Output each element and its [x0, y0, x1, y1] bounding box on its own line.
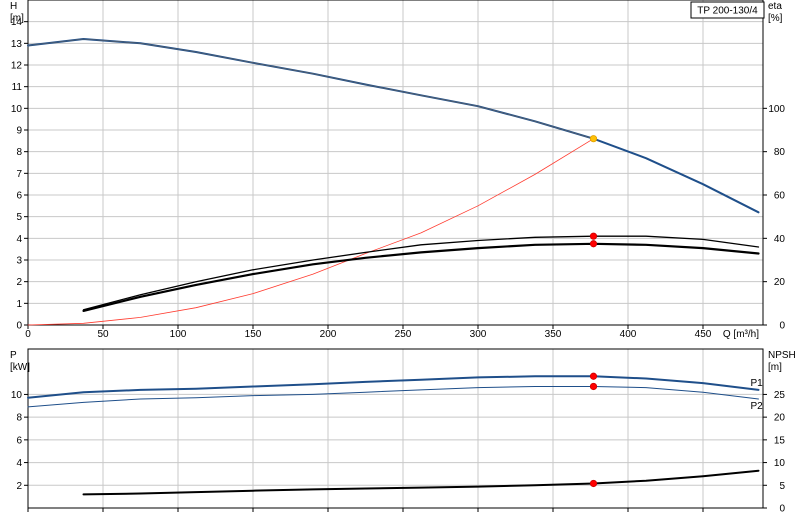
- panel1-xtick-label-50: 50: [97, 329, 109, 340]
- panel1-ytick-label-left-8: 8: [16, 147, 22, 158]
- panel1-ytick-label-right-20: 20: [774, 277, 786, 288]
- panel2-right-axis-unit: [m]: [768, 362, 782, 373]
- panel2-left-axis-unit: [kW]: [10, 362, 30, 373]
- panel2-ytick-label-left-10: 10: [11, 390, 23, 401]
- panel1-frame: [27, 0, 764, 326]
- panel1-xtick-label-200: 200: [320, 329, 337, 340]
- panel1-series-2: [27, 38, 594, 139]
- panel1-xtick-label-0: 0: [25, 329, 31, 340]
- panel1-marker-2: [589, 232, 598, 240]
- panel2-left-axis-title: P: [10, 350, 17, 361]
- panel2-ytick-label-left-6: 6: [16, 435, 22, 446]
- chart-title: TP 200-130/4: [697, 6, 758, 17]
- panel2-ytick-label-left-4: 4: [16, 458, 22, 469]
- panel2-series-label-p1: P1: [751, 378, 764, 389]
- panel2-ytick-label-right-25: 25: [774, 390, 786, 401]
- panel1-xtick-label-400: 400: [620, 329, 637, 340]
- panel1-series-4: [82, 235, 760, 311]
- panel1-xtick-label-100: 100: [170, 329, 187, 340]
- panel1-ytick-label-right-60: 60: [774, 191, 786, 202]
- panel1-marker-3: [589, 240, 598, 248]
- panel1-ytick-label-left-3: 3: [16, 256, 22, 267]
- panel1-left-axis-unit: [m]: [10, 13, 24, 24]
- panel2-ytick-label-right-20: 20: [774, 413, 786, 424]
- panel1-ytick-label-right-100: 100: [768, 104, 785, 115]
- panel2-frame: [27, 348, 764, 509]
- panel1-ytick-label-left-1: 1: [16, 299, 22, 310]
- panel1-ytick-label-left-6: 6: [16, 191, 22, 202]
- panel2-ytick-label-right-0: 0: [779, 504, 785, 515]
- series-layer: [27, 38, 760, 496]
- panel1-ytick-label-right-0: 0: [779, 321, 785, 332]
- panel1-ytick-label-right-80: 80: [774, 147, 786, 158]
- panel1-ytick-label-left-9: 9: [16, 126, 22, 137]
- panel2-ytick-label-left-8: 8: [16, 413, 22, 424]
- chart-canvas: 012345678910111213140204060801000 50 100 15…: [10, 0, 796, 515]
- panel1-series-3: [27, 138, 594, 326]
- panel1-ytick-label-left-10: 10: [11, 104, 23, 115]
- panel1-ytick-label-left-7: 7: [16, 169, 22, 180]
- panel2-marker-1: [589, 372, 598, 380]
- panel1-x-axis-label: Q [m³/h]: [723, 329, 759, 340]
- panel2-ytick-label-right-15: 15: [774, 435, 786, 446]
- panel1-ytick-label-left-5: 5: [16, 212, 22, 223]
- panel1-right-axis-unit: [%]: [768, 13, 783, 24]
- panel1-ytick-label-left-12: 12: [11, 61, 23, 72]
- panel1-right-axis-title: eta: [768, 1, 782, 12]
- title-box: TP 200-130/4: [690, 1, 765, 19]
- panel2-ytick-label-right-10: 10: [774, 458, 786, 469]
- panel1-ytick-label-left-2: 2: [16, 277, 22, 288]
- frame-layer: [24, 0, 767, 512]
- panel2-ytick-label-left-2: 2: [16, 481, 22, 492]
- marker-layer: [589, 135, 598, 488]
- panel2-marker-3: [589, 479, 598, 488]
- panel1-marker-1: [589, 135, 598, 143]
- panel1-xtick-label-350: 350: [545, 329, 562, 340]
- panel1-ytick-label-left-0: 0: [16, 321, 22, 332]
- panel2-marker-2: [589, 382, 598, 391]
- panel1-ytick-label-left-4: 4: [16, 234, 22, 245]
- panel1-xtick-label-300: 300: [470, 329, 487, 340]
- panel2-series-label-p2: P2: [751, 401, 764, 412]
- panel1-xtick-label-250: 250: [395, 329, 412, 340]
- panel1-xtick-label-150: 150: [245, 329, 262, 340]
- panel2-right-axis-title: NPSH: [768, 350, 796, 361]
- pump-curve-chart: 0 1 2 3 4 5 6 7 8 9 10 11 12 13 14 0 20 40 60 80 100 0 50 100 15…: [0, 0, 800, 520]
- panel1-xtick-label-450: 450: [695, 329, 712, 340]
- panel2-series-3: [82, 469, 760, 496]
- panel1-ytick-label-right-40: 40: [774, 234, 786, 245]
- panel1-ytick-label-left-11: 11: [12, 82, 23, 93]
- panel1-left-axis-title: H: [10, 1, 17, 12]
- panel2-ytick-label-right-5: 5: [779, 481, 785, 492]
- panel1-series-5: [82, 242, 760, 312]
- panel1-ytick-label-left-13: 13: [11, 39, 23, 50]
